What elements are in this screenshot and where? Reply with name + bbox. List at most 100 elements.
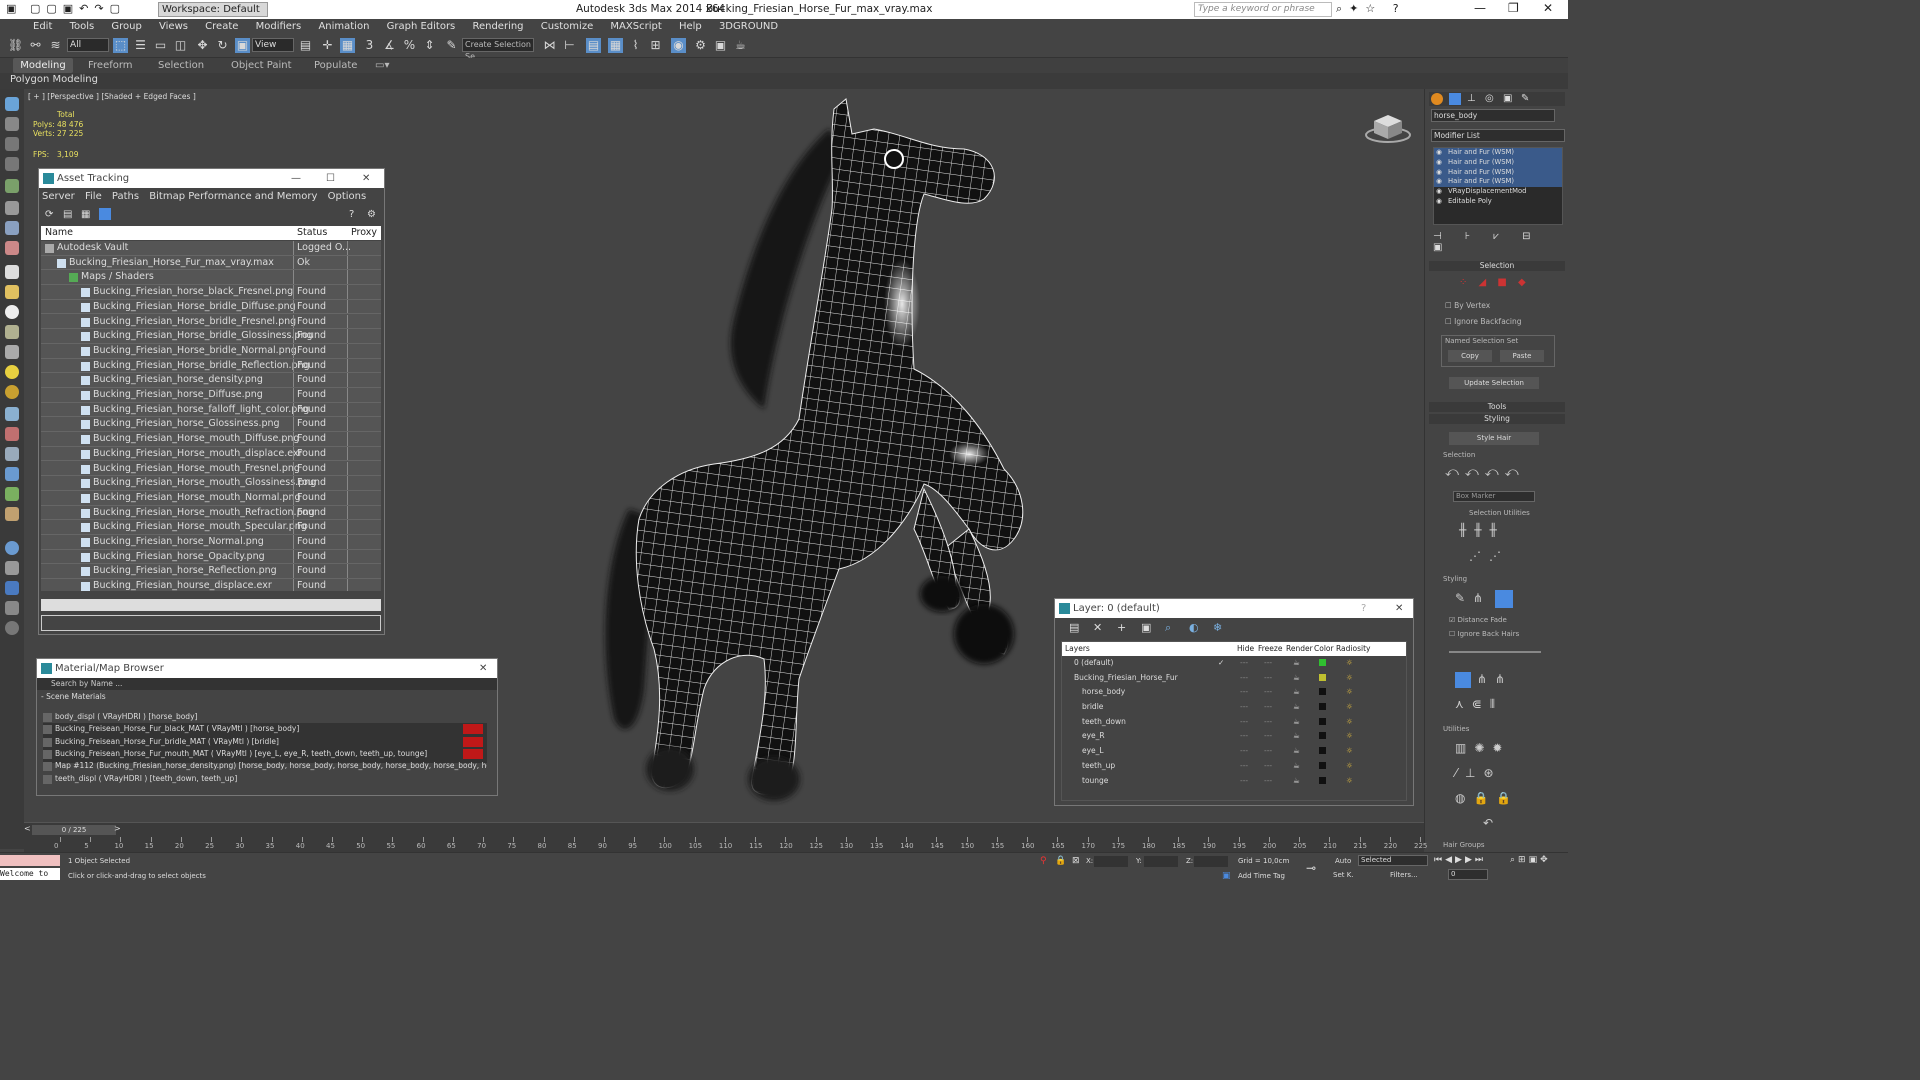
rotate-icon[interactable]: ↻: [215, 38, 230, 53]
layer-color-swatch[interactable]: [1319, 747, 1326, 755]
menu-customize[interactable]: Customize: [534, 19, 601, 34]
layer-manager-window[interactable]: Layer: 0 (default) ? ✕ ▤ ✕ + ▣ ⌕ ◐ ❄ Lay…: [1054, 598, 1414, 806]
slider-right-icon[interactable]: >: [114, 824, 121, 833]
layer-color-swatch[interactable]: [1319, 761, 1326, 769]
tab-populate[interactable]: Populate: [314, 58, 357, 73]
pivot-center-icon[interactable]: ▤: [298, 38, 313, 53]
close-icon[interactable]: ✕: [1543, 1, 1553, 15]
list-tool-icon[interactable]: [5, 137, 19, 151]
rendered-frame-icon[interactable]: ▣: [713, 38, 728, 53]
schematic-view-icon[interactable]: ⊞: [648, 38, 663, 53]
selection-rollout-header[interactable]: Selection: [1429, 261, 1565, 271]
modifier-toggle-icon[interactable]: ◉: [1436, 177, 1442, 187]
modifier-stack-item[interactable]: ◉ Hair and Fur (WSM): [1434, 177, 1562, 188]
maxscript-listener[interactable]: [0, 855, 60, 866]
set-key-button[interactable]: Set K.: [1333, 871, 1354, 879]
help-icon[interactable]: [5, 621, 19, 635]
hide-toggle[interactable]: ---: [1240, 656, 1248, 671]
window-crossing-icon[interactable]: ◫: [173, 38, 188, 53]
cone-icon[interactable]: [5, 345, 19, 359]
render-teapot-icon[interactable]: ☕: [1293, 671, 1300, 686]
menu-views[interactable]: Views: [152, 19, 195, 34]
radiosity-sun-icon[interactable]: ☼: [1346, 729, 1353, 744]
render-teapot-icon[interactable]: ☕: [1293, 744, 1300, 759]
quick-access-icons[interactable]: ▢▢▣↶↷▢: [30, 2, 126, 15]
time-slider[interactable]: 0 / 225: [32, 825, 116, 835]
paint-icon[interactable]: [5, 427, 19, 441]
layer-row[interactable]: horse_body --- --- ☕ ☼: [1062, 685, 1406, 700]
menu-edit[interactable]: Edit: [26, 19, 59, 34]
freeze-toggle[interactable]: ---: [1264, 656, 1272, 671]
grid-tool-icon[interactable]: [5, 157, 19, 171]
asset-row[interactable]: Bucking_Friesian_horse_Normal.png Found: [41, 535, 381, 550]
comb-tool-icon[interactable]: [1455, 672, 1471, 688]
asset-row[interactable]: Bucking_Friesian_Horse_bridle_Diffuse.pn…: [41, 299, 381, 315]
asset-row[interactable]: Bucking_Friesian_Horse_mouth_Glossiness.…: [41, 476, 381, 491]
keyboard-shortcut-icon[interactable]: ▦: [340, 38, 355, 53]
freeze-toggle[interactable]: ---: [1264, 774, 1272, 789]
modifier-toggle-icon[interactable]: ◉: [1436, 148, 1442, 158]
paste-button[interactable]: Paste: [1500, 350, 1544, 362]
add-to-layer-icon[interactable]: +: [1117, 621, 1126, 634]
active-brush-icon[interactable]: [1495, 590, 1513, 608]
col-hide[interactable]: Hide: [1237, 642, 1254, 656]
layer-row[interactable]: eye_R --- --- ☕ ☼: [1062, 729, 1406, 744]
menu-graph-editors[interactable]: Graph Editors: [380, 19, 463, 34]
grow-shrink-icons[interactable]: ⋰⋰: [1469, 549, 1509, 563]
named-selection-dropdown[interactable]: Create Selection Se: [462, 38, 534, 61]
stack-tools[interactable]: ⊣ ⊦ ⩗ ⊟ ▣: [1433, 231, 1563, 253]
minimize-icon[interactable]: —: [1474, 1, 1486, 15]
asset-row[interactable]: Bucking_Friesian_Horse_bridle_Glossiness…: [41, 329, 381, 344]
asset-row[interactable]: Bucking_Friesian_horse_Glossiness.png Fou…: [41, 417, 381, 433]
wrench-icon[interactable]: [5, 201, 19, 215]
menu-group[interactable]: Group: [104, 19, 148, 34]
tab-modeling[interactable]: Modeling: [13, 58, 73, 73]
by-vertex-checkbox[interactable]: ☐ By Vertex: [1445, 301, 1490, 310]
viewport-perspective[interactable]: [ + ] [Perspective ] [Shaded + Edged Fac…: [24, 89, 1422, 822]
sphere-primitive-icon[interactable]: [5, 285, 19, 299]
layer-color-swatch[interactable]: [1319, 703, 1326, 711]
asset-row[interactable]: Bucking_Friesian_Horse_bridle_Reflection…: [41, 358, 381, 374]
undo-icon[interactable]: ↶: [1483, 816, 1493, 830]
menu-help[interactable]: Help: [672, 19, 709, 34]
material-browser-window[interactable]: Material/Map Browser ✕ Search by Name ..…: [36, 658, 498, 796]
graphite-toggle-icon[interactable]: ▦: [608, 38, 623, 53]
sun-light-icon[interactable]: [5, 365, 19, 379]
spacewarp-icon[interactable]: [5, 487, 19, 501]
col-freeze[interactable]: Freeze: [1258, 642, 1282, 656]
hide-toggle[interactable]: ---: [1240, 671, 1248, 686]
render-teapot-icon[interactable]: ☕: [1293, 685, 1300, 700]
col-status[interactable]: Status: [297, 226, 327, 240]
link-icon[interactable]: ⛓: [8, 38, 23, 53]
hide-toggle[interactable]: ---: [1240, 685, 1248, 700]
settings-icon[interactable]: ⚙: [367, 209, 376, 220]
layer-row[interactable]: bridle --- --- ☕ ☼: [1062, 700, 1406, 715]
radiosity-sun-icon[interactable]: ☼: [1346, 656, 1353, 671]
scene-materials-header[interactable]: - Scene Materials: [37, 690, 497, 704]
menu-rendering[interactable]: Rendering: [465, 19, 530, 34]
asset-row[interactable]: Bucking_Friesian_Horse_mouth_Fresnel.png…: [41, 461, 381, 477]
asset-row[interactable]: Bucking_Friesian_horse_Diffuse.png Found: [41, 388, 381, 403]
camera-icon[interactable]: [5, 467, 19, 481]
freeze-toggle[interactable]: ---: [1264, 671, 1272, 686]
motion-tab-icon[interactable]: ◎: [1485, 93, 1494, 104]
slider-left-icon[interactable]: <: [24, 824, 31, 833]
menu-bitmap-performance[interactable]: Bitmap Performance and Memory: [149, 191, 317, 202]
torus-icon[interactable]: [5, 325, 19, 339]
radiosity-sun-icon[interactable]: ☼: [1346, 715, 1353, 730]
close-icon[interactable]: ✕: [1395, 599, 1403, 618]
help-icon[interactable]: ?: [349, 209, 354, 220]
move-icon[interactable]: ✥: [195, 38, 210, 53]
ruler-icon[interactable]: [5, 407, 19, 421]
ribbon-polygon-modeling[interactable]: Polygon Modeling: [10, 74, 98, 85]
select-manipulate-icon[interactable]: ✛: [320, 38, 335, 53]
modifier-list-dropdown[interactable]: Modifier List: [1431, 129, 1565, 142]
spinner-snap-icon[interactable]: ⇕: [422, 38, 437, 53]
selection-filter-dropdown[interactable]: All: [67, 38, 109, 52]
menu-create[interactable]: Create: [198, 19, 245, 34]
list-view-icon[interactable]: ▤: [63, 209, 72, 220]
isolate-icon[interactable]: ⚲: [1040, 856, 1047, 866]
maxscript-input[interactable]: Welcome to: [0, 868, 60, 880]
light-icon[interactable]: [5, 305, 19, 319]
object-name-field[interactable]: horse_body: [1431, 109, 1555, 122]
